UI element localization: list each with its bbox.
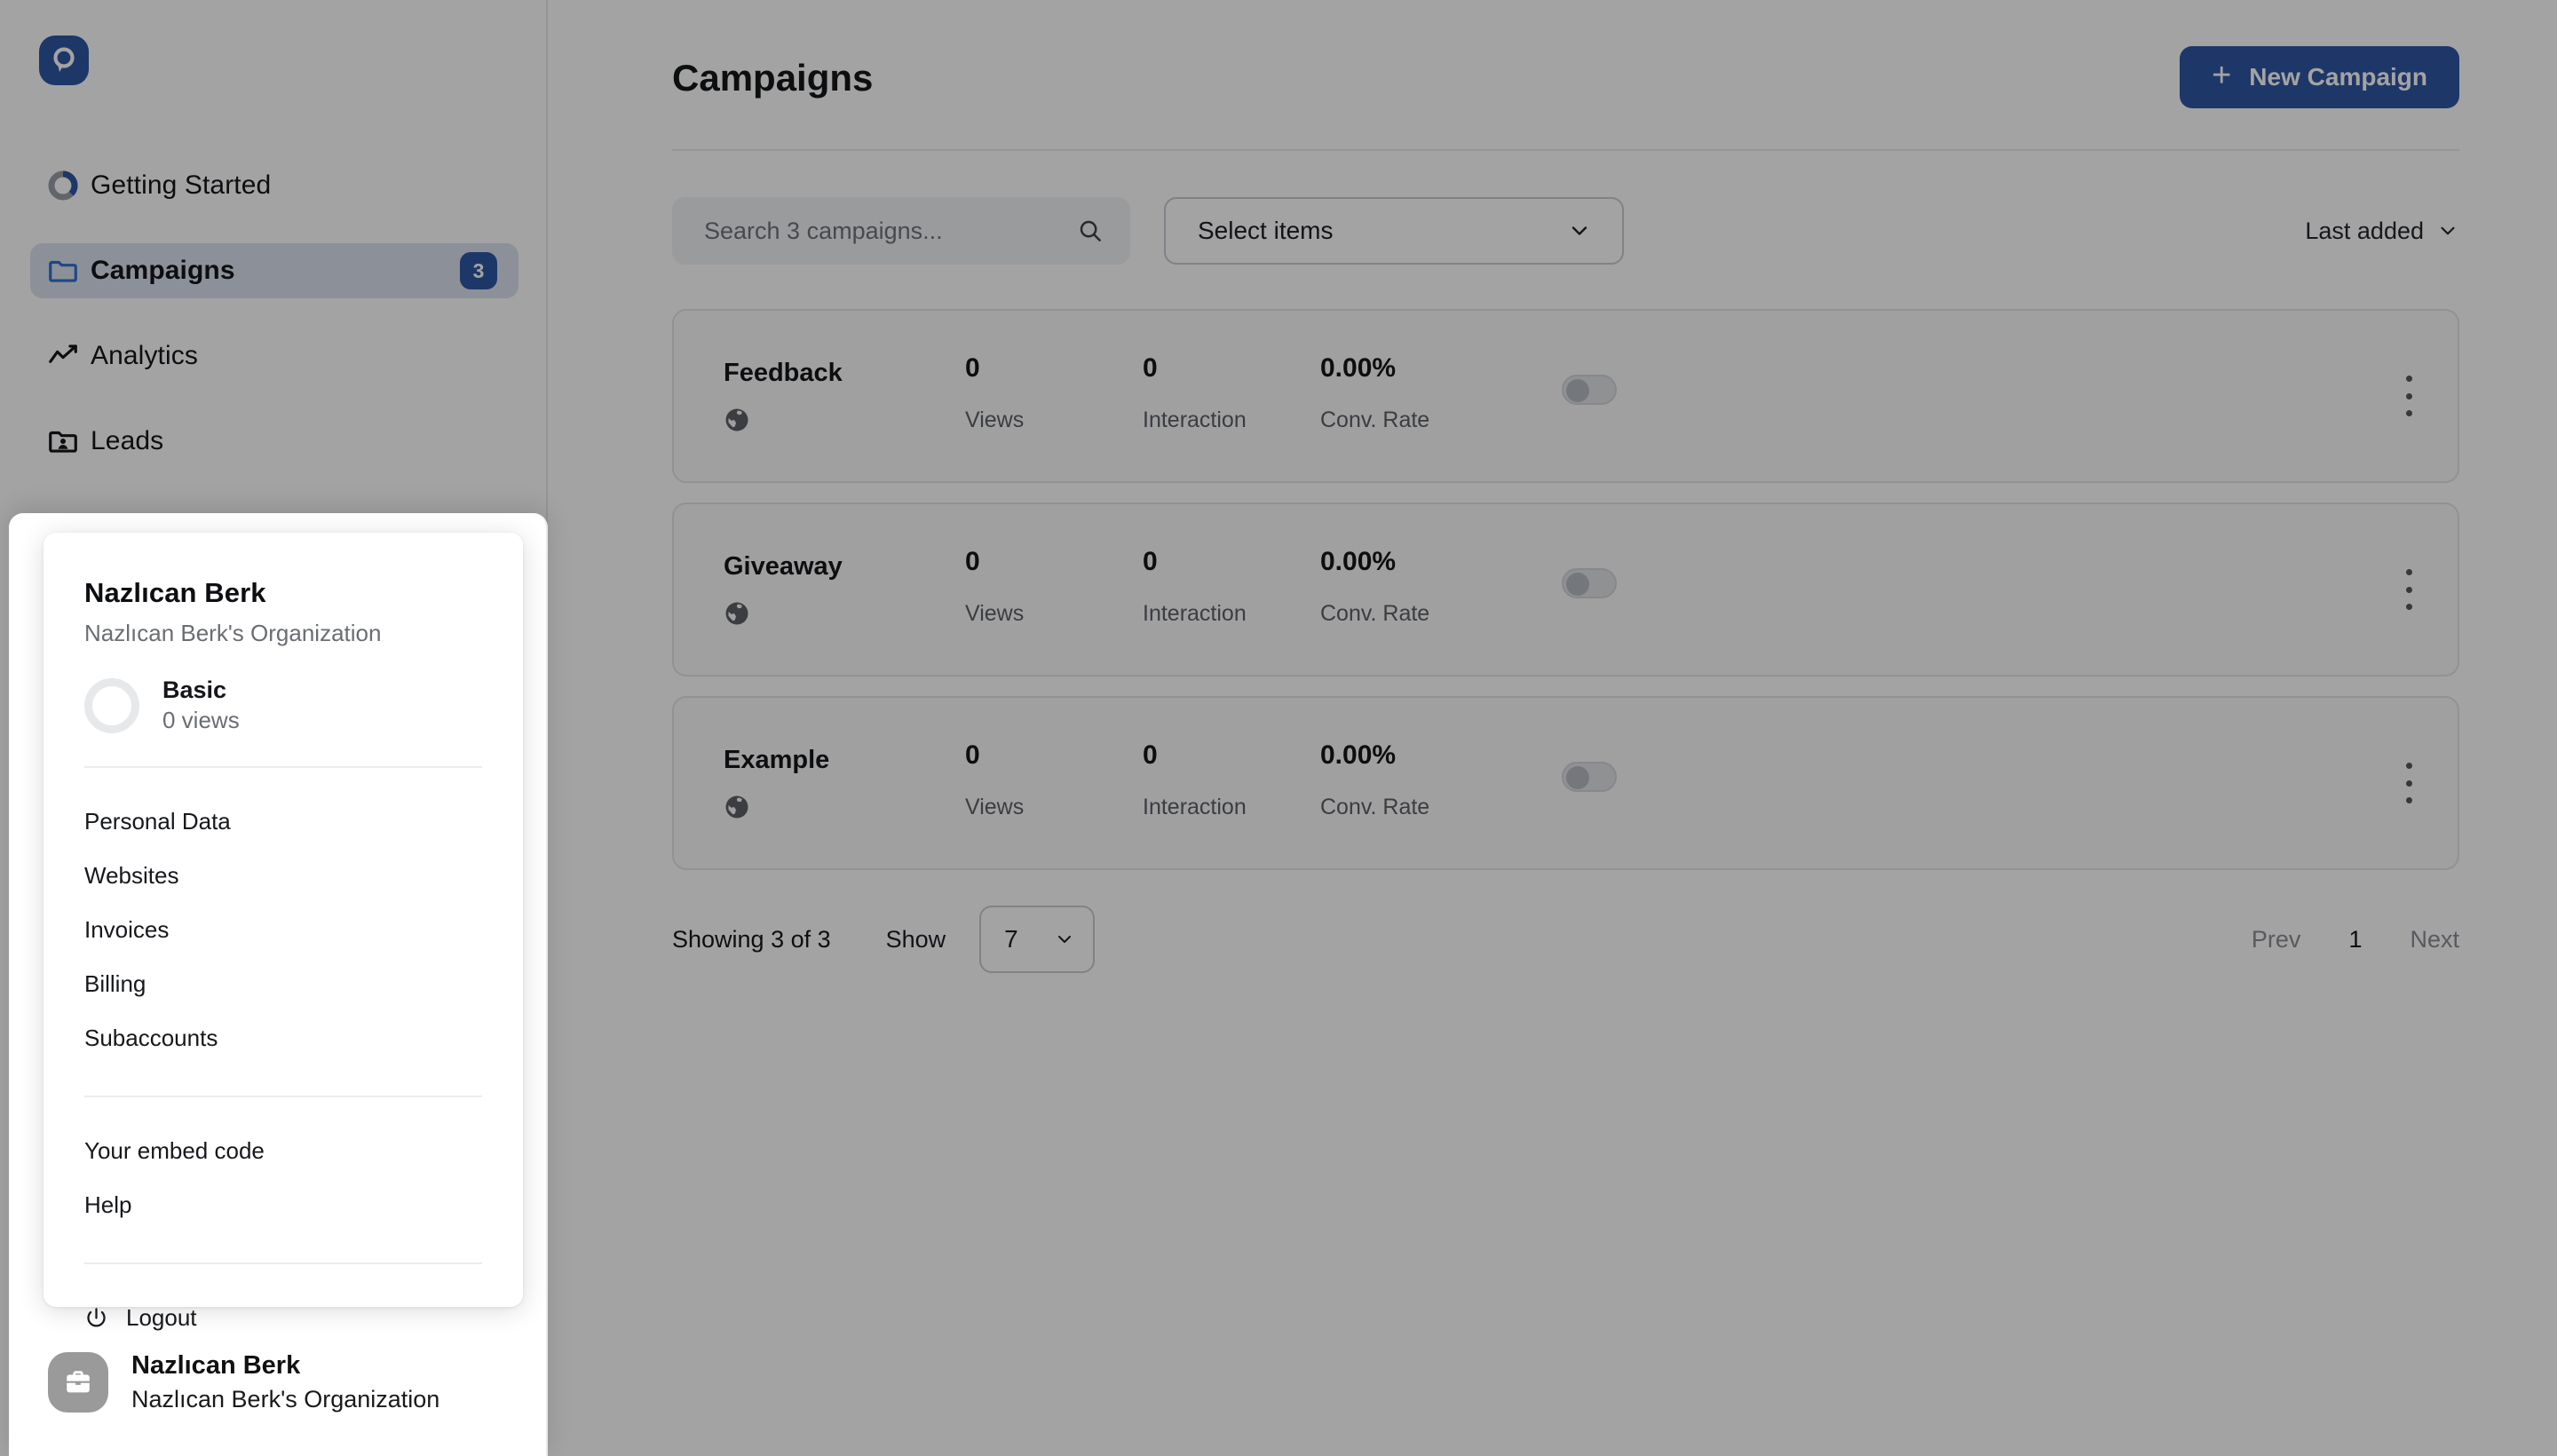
power-icon [84, 1306, 108, 1330]
app-root: Getting Started Campaigns 3 Analytics Le… [0, 0, 2557, 1456]
menu-item-your-embed-code[interactable]: Your embed code [84, 1124, 482, 1178]
menu-item-billing[interactable]: Billing [84, 957, 482, 1011]
menu-divider [84, 1262, 482, 1264]
account-menu-org: Nazlıcan Berk's Organization [84, 620, 382, 646]
briefcase-icon [48, 1352, 108, 1412]
account-menu-name: Nazlıcan Berk [84, 577, 266, 608]
plan-views: 0 views [162, 706, 240, 733]
menu-divider [84, 1095, 482, 1097]
account-menu: Nazlıcan Berk Nazlıcan Berk's Organizati… [44, 533, 523, 1331]
plan-usage-ring-icon [84, 677, 139, 733]
sidebar-user-org: Nazlıcan Berk's Organization [131, 1385, 440, 1412]
menu-item-subaccounts[interactable]: Subaccounts [84, 1011, 482, 1065]
menu-item-help[interactable]: Help [84, 1178, 482, 1232]
menu-item-websites[interactable]: Websites [84, 849, 482, 903]
plan-summary: Basic 0 views [84, 676, 482, 736]
sidebar-user-name: Nazlıcan Berk [131, 1350, 301, 1380]
menu-divider [84, 765, 482, 768]
menu-item-personal-data[interactable]: Personal Data [84, 795, 482, 849]
logout-label: Logout [126, 1303, 197, 1331]
menu-item-invoices[interactable]: Invoices [84, 903, 482, 957]
menu-item-logout[interactable]: Logout [84, 1291, 482, 1345]
plan-name: Basic [162, 677, 227, 703]
